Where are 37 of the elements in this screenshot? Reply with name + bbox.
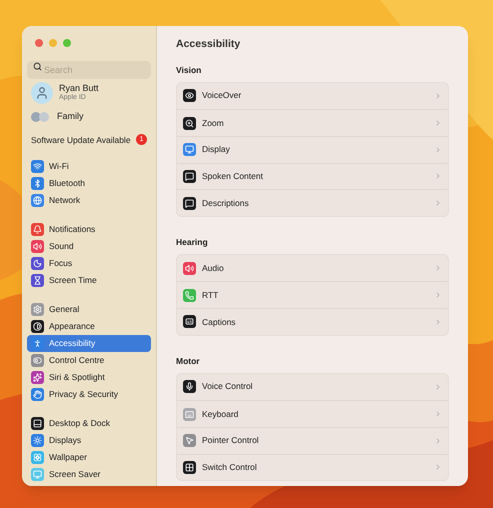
- sidebar-item[interactable]: Siri & Spotlight: [27, 369, 151, 386]
- software-update-label[interactable]: Software Update Available: [31, 134, 131, 146]
- settings-row[interactable]: Switch Control: [177, 454, 448, 480]
- sidebar-item[interactable]: Wallpaper: [27, 449, 151, 466]
- account-name: Ryan Butt: [59, 83, 99, 93]
- sidebar-item[interactable]: Accessibility: [27, 335, 151, 352]
- sidebar-item[interactable]: Displays: [27, 432, 151, 450]
- sidebar-item[interactable]: Appearance: [27, 318, 151, 336]
- sidebar-item[interactable]: Focus: [27, 255, 151, 272]
- section-heading: Hearing: [176, 236, 209, 249]
- settings-row[interactable]: RTT: [177, 281, 448, 308]
- sidebar-item[interactable]: Notifications: [27, 221, 151, 238]
- settings-row[interactable]: Audio: [177, 254, 448, 282]
- settings-row[interactable]: VoiceOver: [177, 82, 448, 110]
- sidebar-item[interactable]: Screen Time: [27, 272, 151, 290]
- settings-row[interactable]: Pointer Control: [177, 426, 448, 454]
- family-label[interactable]: Family: [57, 110, 84, 124]
- page-title: Accessibility: [176, 37, 242, 52]
- sidebar-item[interactable]: Screen Saver: [27, 466, 151, 484]
- settings-row[interactable]: Spoken Content: [177, 162, 448, 190]
- sidebar-item[interactable]: Privacy & Security: [27, 386, 151, 404]
- settings-row[interactable]: Keyboard: [177, 400, 448, 427]
- sidebar-item[interactable]: Network: [27, 192, 151, 210]
- settings-row[interactable]: Display: [177, 136, 448, 163]
- section-heading: Motor: [176, 354, 201, 368]
- settings-row[interactable]: Zoom: [177, 109, 448, 136]
- sidebar-item[interactable]: Wi-Fi: [27, 158, 151, 176]
- search-field[interactable]: Search: [27, 61, 151, 79]
- settings-row[interactable]: Voice Control: [177, 374, 448, 400]
- sidebar-item[interactable]: Desktop & Dock: [27, 415, 151, 432]
- sidebar-item[interactable]: General: [27, 301, 151, 318]
- section-heading: Vision: [176, 64, 202, 76]
- settings-row[interactable]: Descriptions: [177, 189, 448, 216]
- sidebar-item[interactable]: Control Centre: [27, 352, 151, 370]
- sidebar-item[interactable]: Bluetooth: [27, 175, 151, 192]
- sidebar-item[interactable]: Sound: [27, 238, 151, 256]
- settings-row[interactable]: Captions: [177, 308, 448, 335]
